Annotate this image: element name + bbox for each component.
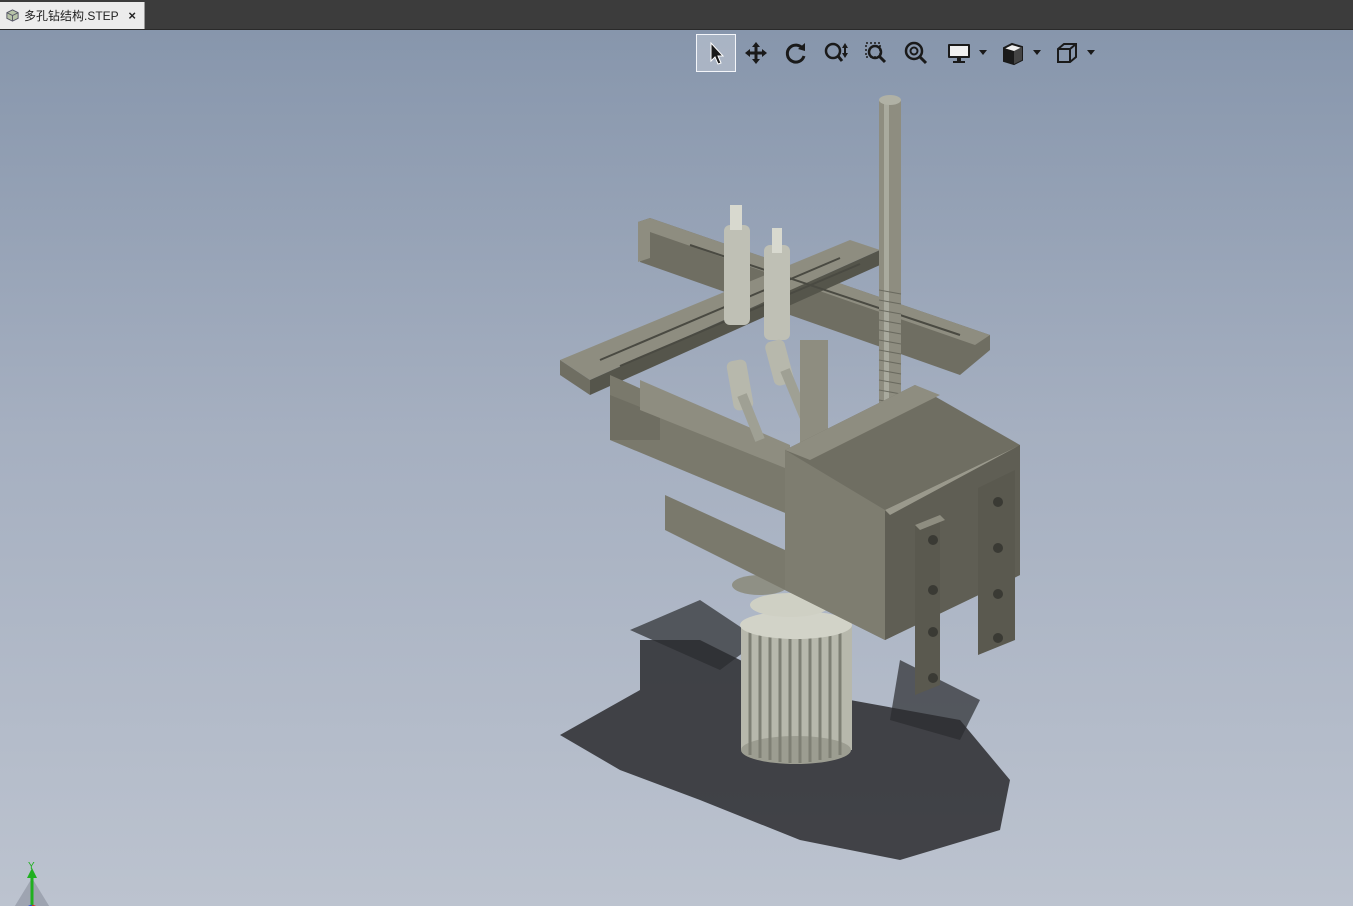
caret-down-icon [1087,50,1095,55]
view-orientation-dropdown[interactable] [1084,34,1098,72]
view-toolbar [696,34,1098,72]
view-orientation-group [1050,34,1098,72]
triad-y-label: Y [28,862,35,872]
zoom-fit-icon [904,41,928,65]
rotate-icon [785,43,806,64]
zoom-fit-button[interactable] [896,34,936,72]
rotate-button[interactable] [776,34,816,72]
move-arrows-icon [745,42,767,64]
pan-button[interactable] [736,34,776,72]
view-orientation-button[interactable] [1050,34,1084,72]
zoom-window-button[interactable] [856,34,896,72]
coordinate-triad: Y X Z [14,862,50,906]
drill-assembly-model [560,95,1020,860]
select-button[interactable] [696,34,736,72]
document-tab[interactable]: 多孔钻结构.STEP × [0,2,145,29]
display-style-group [942,34,990,72]
arrow-pointer-icon [710,41,725,65]
section-view-group [996,34,1044,72]
3d-viewport[interactable]: Y X Z [0,30,1353,906]
caret-down-icon [979,50,987,55]
section-cube-icon [1003,42,1023,66]
caret-down-icon [1033,50,1041,55]
document-tab-title: 多孔钻结构.STEP [24,9,119,23]
display-style-button[interactable] [942,34,976,72]
display-style-dropdown[interactable] [976,34,990,72]
close-icon[interactable]: × [128,8,136,23]
section-view-dropdown[interactable] [1030,34,1044,72]
zoom-window-icon [865,42,887,64]
document-tab-bar: 多孔钻结构.STEP × [0,0,1353,30]
section-view-button[interactable] [996,34,1030,72]
zoom-button[interactable] [816,34,856,72]
monitor-icon [948,44,970,63]
cube-icon [1057,43,1077,63]
zoom-updown-icon [824,42,848,62]
step-file-icon [6,9,19,22]
